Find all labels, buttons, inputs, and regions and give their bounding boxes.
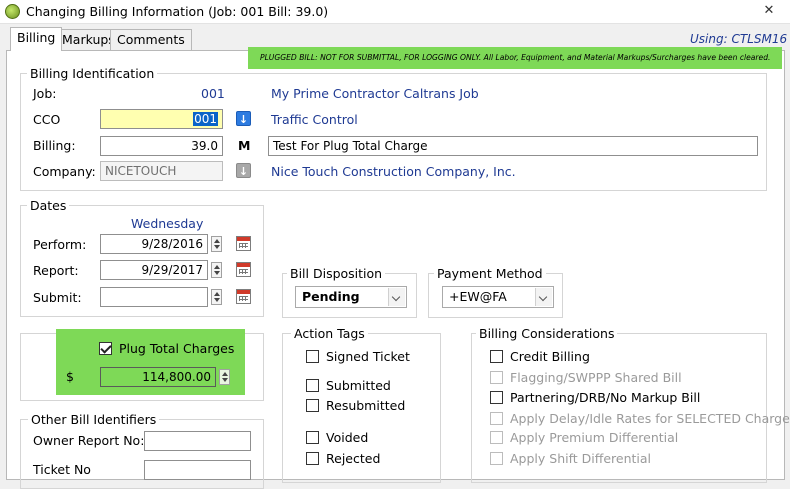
flagging-swppp-label: Flagging/SWPPP Shared Bill [510, 370, 682, 385]
submit-label: Submit: [33, 290, 82, 305]
company-description: Nice Touch Construction Company, Inc. [271, 164, 516, 179]
billing-description-input[interactable]: Test For Plug Total Charge [268, 136, 758, 156]
partnering-checkbox[interactable] [490, 391, 503, 404]
plug-currency-label: $ [66, 369, 74, 384]
window-title: Changing Billing Information (Job: 001 B… [26, 4, 329, 19]
bill-disposition-select[interactable]: Pending [295, 286, 407, 308]
action-tags-legend: Action Tags [291, 326, 368, 341]
app-icon [5, 4, 20, 19]
premium-differential-label: Apply Premium Differential [510, 430, 679, 445]
chevron-down-icon [388, 288, 405, 306]
credit-billing-label: Credit Billing [510, 349, 590, 364]
other-identifiers-legend: Other Bill Identifiers [28, 412, 160, 427]
report-label: Report: [33, 263, 79, 278]
cco-input[interactable]: 001 [100, 109, 223, 129]
job-label: Job: [33, 86, 57, 101]
flagging-swppp-checkbox[interactable] [490, 371, 503, 384]
ticket-label: Ticket No [33, 462, 91, 477]
billing-considerations-legend: Billing Considerations [476, 326, 618, 341]
tab-comments[interactable]: Comments [110, 29, 192, 50]
perform-weekday: Wednesday [131, 216, 204, 231]
dates-legend: Dates [27, 198, 70, 213]
perform-calendar-icon[interactable] [236, 236, 251, 251]
credit-billing-checkbox[interactable] [490, 350, 503, 363]
owner-report-label: Owner Report No: [33, 433, 145, 448]
signed-ticket-label: Signed Ticket [326, 349, 410, 364]
signed-ticket-checkbox[interactable] [306, 350, 319, 363]
perform-date-input[interactable]: 9/28/2016 [100, 234, 208, 254]
plug-total-spinner[interactable] [219, 369, 230, 385]
company-label: Company: [33, 164, 96, 179]
plugged-bill-banner: PLUGGED BILL: NOT FOR SUBMITTAL, FOR LOG… [248, 47, 782, 69]
billing-label: Billing: [33, 138, 76, 153]
using-label: Using: CTLSM16 [690, 32, 788, 46]
perform-date-spinner[interactable] [211, 236, 222, 252]
company-lookup-down-arrow-icon[interactable]: ↓ [236, 163, 251, 178]
bill-disposition-value: Pending [302, 289, 360, 304]
resubmitted-label: Resubmitted [326, 398, 406, 413]
submit-calendar-icon[interactable] [236, 289, 251, 304]
billing-number-input[interactable]: 39.0 [100, 136, 223, 156]
submitted-checkbox[interactable] [306, 379, 319, 392]
cco-value: 001 [193, 112, 218, 126]
company-input[interactable]: NICETOUCH [100, 161, 223, 181]
job-value: 001 [201, 86, 225, 101]
voided-label: Voided [326, 430, 369, 445]
billing-identification-legend: Billing Identification [27, 66, 158, 81]
cco-lookup-down-arrow-icon[interactable]: ↓ [236, 111, 251, 126]
cco-label: CCO [33, 112, 61, 127]
submit-date-input[interactable] [100, 287, 208, 307]
shift-differential-checkbox[interactable] [490, 452, 503, 465]
payment-method-value: +EW@FA [449, 289, 507, 304]
tab-billing[interactable]: Billing [10, 27, 63, 51]
premium-differential-checkbox[interactable] [490, 431, 503, 444]
delay-idle-rates-checkbox[interactable] [490, 412, 503, 425]
submitted-label: Submitted [326, 378, 391, 393]
resubmitted-checkbox[interactable] [306, 399, 319, 412]
rejected-label: Rejected [326, 451, 381, 466]
plug-total-charges-checkbox[interactable] [99, 342, 112, 355]
job-description: My Prime Contractor Caltrans Job [271, 86, 479, 101]
report-date-spinner[interactable] [211, 262, 222, 278]
payment-method-legend: Payment Method [434, 266, 546, 281]
bill-disposition-legend: Bill Disposition [287, 266, 386, 281]
plug-total-charges-label: Plug Total Charges [119, 341, 235, 356]
billing-flag: M [238, 138, 251, 153]
payment-method-select[interactable]: +EW@FA [442, 286, 554, 308]
cco-description: Traffic Control [271, 112, 358, 127]
delay-idle-rates-label: Apply Delay/Idle Rates for SELECTED Char… [510, 411, 790, 426]
plug-total-input[interactable]: 114,800.00 [100, 367, 216, 387]
chevron-down-icon [535, 288, 552, 306]
perform-label: Perform: [33, 237, 87, 252]
title-bar: Changing Billing Information (Job: 001 B… [0, 0, 790, 24]
report-date-input[interactable]: 9/29/2017 [100, 260, 208, 280]
ticket-input[interactable] [144, 460, 251, 480]
shift-differential-label: Apply Shift Differential [510, 451, 652, 466]
close-button[interactable]: ✕ [754, 2, 784, 20]
submit-date-spinner[interactable] [211, 289, 222, 305]
voided-checkbox[interactable] [306, 431, 319, 444]
partnering-label: Partnering/DRB/No Markup Bill [510, 390, 701, 405]
rejected-checkbox[interactable] [306, 452, 319, 465]
owner-report-input[interactable] [144, 431, 251, 451]
report-calendar-icon[interactable] [236, 262, 251, 277]
